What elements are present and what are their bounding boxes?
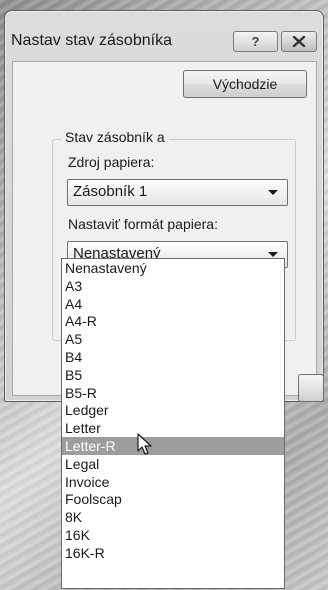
dialog-title: Nastav stav zásobníka <box>11 32 172 49</box>
dropdown-option[interactable]: 8K <box>62 508 284 526</box>
paper-format-label: Nastaviť formát papiera: <box>68 216 218 232</box>
partially-hidden-button[interactable] <box>298 374 324 402</box>
paper-source-value: Zásobník 1 <box>73 183 148 200</box>
dropdown-option[interactable]: B5 <box>62 366 284 384</box>
dropdown-option[interactable]: Legal <box>62 455 284 473</box>
paper-source-select[interactable]: Zásobník 1 <box>67 179 288 206</box>
dropdown-option[interactable]: 16K-R <box>62 544 284 562</box>
question-mark-icon: ? <box>251 34 260 49</box>
dropdown-option[interactable]: Invoice <box>62 473 284 491</box>
dropdown-option[interactable]: Nenastavený <box>62 259 284 277</box>
dropdown-option[interactable]: A5 <box>62 330 284 348</box>
close-icon <box>292 36 306 47</box>
dropdown-option[interactable]: 16K <box>62 526 284 544</box>
dropdown-option[interactable]: Letter-R <box>62 436 284 455</box>
dropdown-option[interactable]: Ledger <box>62 401 284 419</box>
chevron-down-icon <box>268 252 278 257</box>
mouse-pointer-icon <box>137 433 152 455</box>
dropdown-option[interactable]: Foolscap <box>62 490 284 508</box>
group-title: Stav zásobník a <box>61 129 169 145</box>
title-bar: Nastav stav zásobníka ? <box>5 11 323 61</box>
help-button[interactable]: ? <box>233 31 278 52</box>
dropdown-option[interactable]: A4-R <box>62 312 284 330</box>
chevron-down-icon <box>268 190 278 195</box>
dropdown-option[interactable]: B5-R <box>62 384 284 402</box>
paper-format-dropdown-list[interactable]: Nenastavený A3 A4 A4-R A5 B4 B5 B5-R Led… <box>61 258 285 589</box>
close-button[interactable] <box>281 31 317 52</box>
paper-source-label: Zdroj papiera: <box>68 154 155 170</box>
defaults-button[interactable]: Východzie <box>183 70 307 98</box>
dropdown-option[interactable]: A3 <box>62 277 284 295</box>
dropdown-option[interactable]: Letter <box>62 419 284 437</box>
dropdown-option[interactable]: B4 <box>62 348 284 366</box>
dropdown-option[interactable]: A4 <box>62 295 284 313</box>
